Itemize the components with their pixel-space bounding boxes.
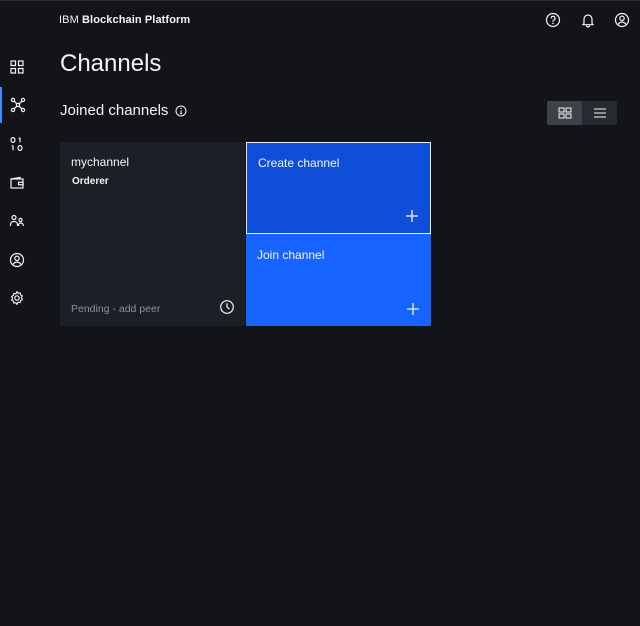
sidebar-item-wallet[interactable] — [0, 165, 34, 201]
settings-icon — [9, 290, 25, 306]
view-toggle — [547, 101, 617, 125]
join-channel-tile[interactable]: Join channel — [246, 234, 431, 326]
join-channel-label: Join channel — [257, 248, 325, 262]
create-channel-label: Create channel — [258, 156, 340, 170]
sidebar-item-users[interactable] — [0, 242, 34, 278]
channel-name: mychannel — [71, 155, 130, 169]
tile-view-icon — [558, 107, 572, 119]
brand-prefix: IBM — [59, 14, 79, 26]
user-circle-icon — [9, 252, 25, 268]
brand-name: Blockchain Platform — [82, 14, 191, 26]
sidebar-item-settings[interactable] — [0, 280, 34, 316]
sidebar-item-nodes[interactable] — [0, 49, 34, 85]
list-view-icon — [593, 107, 607, 119]
user-profile-icon[interactable] — [612, 10, 632, 30]
grid-icon — [9, 59, 25, 75]
brand-title[interactable]: IBM Blockchain Platform — [59, 14, 190, 26]
channel-status: Pending - add peer — [71, 303, 161, 315]
clock-icon — [219, 299, 235, 315]
page-title: Channels — [60, 50, 162, 77]
users-icon — [9, 213, 25, 229]
network-icon — [10, 97, 26, 113]
channel-role: Orderer — [72, 176, 109, 187]
wallet-icon — [9, 175, 25, 191]
notification-icon[interactable] — [578, 10, 598, 30]
info-icon[interactable] — [175, 105, 187, 117]
section-title: Joined channels — [60, 102, 169, 119]
list-view-button[interactable] — [582, 101, 617, 125]
plus-icon — [405, 209, 419, 223]
sidebar-nav — [0, 48, 34, 318]
channel-tile[interactable]: mychannel Orderer Pending - add peer — [60, 142, 245, 326]
sidebar-item-smart-contracts[interactable] — [0, 126, 34, 162]
section-header: Joined channels — [60, 102, 187, 119]
create-channel-tile[interactable]: Create channel — [246, 142, 431, 234]
help-icon[interactable] — [543, 10, 563, 30]
top-header: IBM Blockchain Platform — [0, 0, 640, 40]
binary-icon — [9, 136, 25, 152]
sidebar-item-organizations[interactable] — [0, 203, 34, 239]
tile-view-button[interactable] — [547, 101, 582, 125]
plus-icon — [406, 302, 420, 316]
sidebar-item-channels[interactable] — [0, 87, 34, 123]
